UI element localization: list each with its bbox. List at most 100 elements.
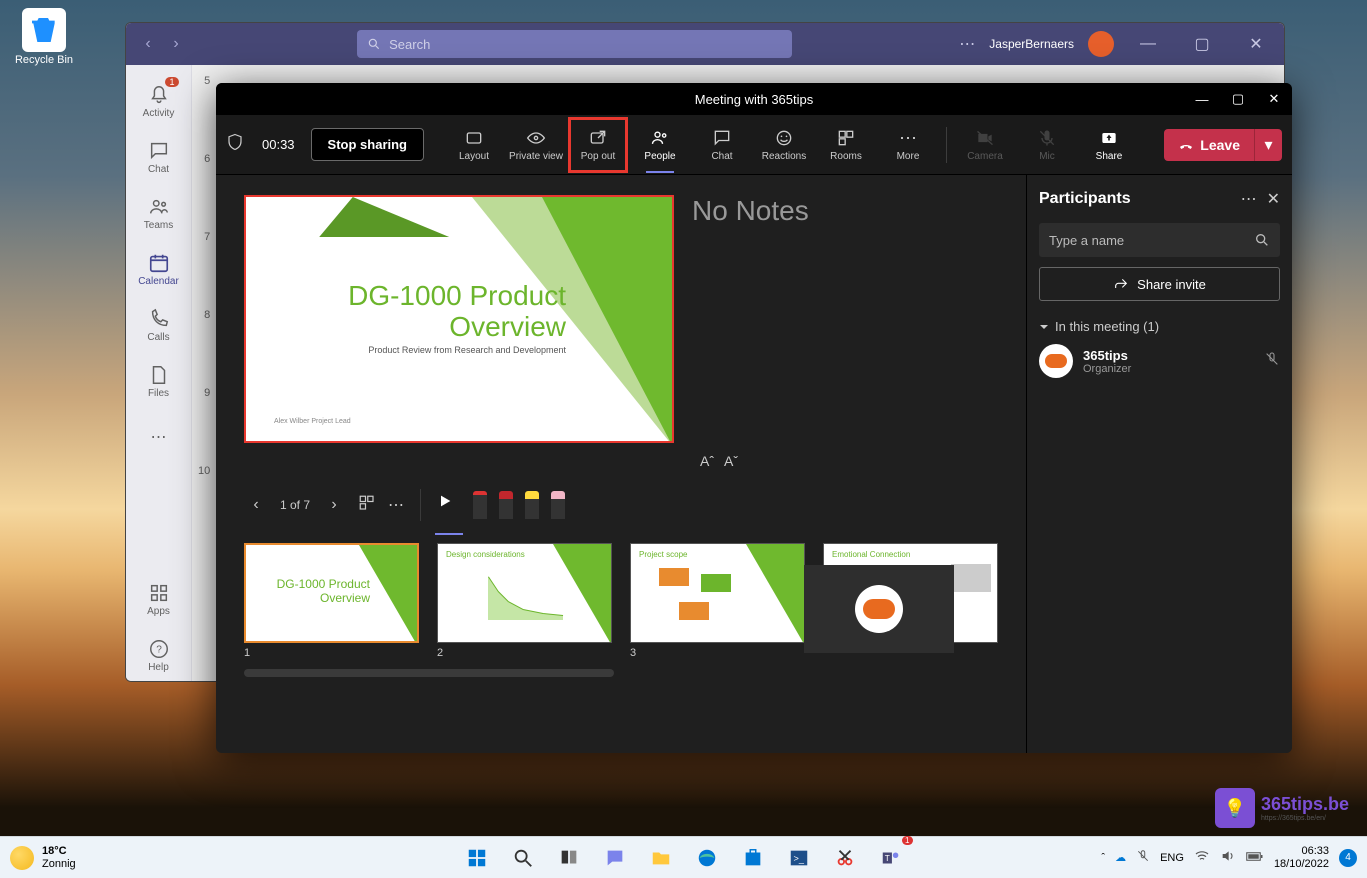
private-view-button[interactable]: Private view — [506, 117, 566, 173]
pip-avatar — [855, 585, 903, 633]
shared-slide: DG-1000 Product Overview Product Review … — [244, 195, 674, 443]
stop-sharing-button[interactable]: Stop sharing — [311, 128, 424, 161]
ellipsis-icon: ⋯ — [151, 427, 167, 447]
taskbar-app-snip[interactable] — [827, 840, 863, 876]
apps-icon — [148, 582, 170, 604]
font-increase-button[interactable]: Aˆ — [700, 453, 714, 469]
start-button[interactable] — [459, 840, 495, 876]
participants-search-input[interactable]: Type a name — [1039, 223, 1280, 257]
teams-titlebar: ‹ › Search ⋯ JasperBernaers — ▢ ✕ — [126, 23, 1284, 65]
pop-out-button[interactable]: Pop out — [568, 117, 628, 173]
close-icon[interactable]: ✕ — [1236, 29, 1276, 59]
participant-row[interactable]: 365tips Organizer — [1039, 344, 1280, 378]
meeting-minimize-icon[interactable]: — — [1188, 87, 1216, 111]
reactions-button[interactable]: Reactions — [754, 117, 814, 173]
sun-icon — [10, 846, 34, 870]
more-icon[interactable]: ⋯ — [959, 34, 975, 54]
search-icon — [367, 37, 381, 51]
tray-mic-icon[interactable] — [1136, 849, 1150, 866]
taskbar-app-powershell[interactable]: >_ — [781, 840, 817, 876]
layout-button[interactable]: Layout — [444, 117, 504, 173]
taskbar-app-explorer[interactable] — [643, 840, 679, 876]
next-slide-button[interactable]: › — [322, 496, 346, 514]
taskbar-app-edge[interactable] — [689, 840, 725, 876]
sidebar-item-calendar[interactable]: Calendar — [129, 243, 189, 295]
thumbnail-1[interactable]: DG-1000 Product Overview 1 — [244, 543, 419, 659]
cursor-tool-button[interactable] — [437, 493, 461, 517]
weather-widget[interactable]: 18°C Zonnig — [10, 845, 76, 869]
share-button[interactable]: Share — [1079, 117, 1139, 173]
participants-section-header[interactable]: In this meeting (1) — [1039, 319, 1280, 334]
leave-dropdown[interactable]: ▾ — [1254, 129, 1282, 161]
participant-mute-icon[interactable] — [1264, 351, 1280, 372]
recycle-bin[interactable]: Recycle Bin — [8, 8, 80, 66]
rooms-button[interactable]: Rooms — [816, 117, 876, 173]
taskview-button[interactable] — [551, 840, 587, 876]
meeting-title: Meeting with 365tips — [695, 92, 814, 107]
camera-icon — [975, 128, 995, 148]
thumbnail-3[interactable]: Project scope 3 — [630, 543, 805, 659]
maximize-icon[interactable]: ▢ — [1182, 29, 1222, 59]
tray-volume-icon[interactable] — [1220, 848, 1236, 867]
nav-back-icon[interactable]: ‹ — [134, 30, 162, 58]
sidebar-item-chat[interactable]: Chat — [129, 131, 189, 183]
font-decrease-button[interactable]: Aˇ — [724, 453, 738, 469]
tray-onedrive-icon[interactable]: ☁ — [1115, 851, 1126, 864]
sidebar-item-calls[interactable]: Calls — [129, 299, 189, 351]
tray-clock[interactable]: 06:33 18/10/2022 — [1274, 845, 1329, 869]
sidebar-item-more[interactable]: ⋯ — [129, 411, 189, 463]
page-indicator: 1 of 7 — [280, 498, 310, 512]
eraser-tool-button[interactable] — [551, 491, 565, 519]
files-icon — [148, 364, 170, 386]
search-icon — [1254, 232, 1270, 248]
pen-tool-button[interactable] — [499, 491, 513, 519]
sidebar-item-help[interactable]: ? Help — [129, 629, 189, 681]
sidebar-item-teams[interactable]: Teams — [129, 187, 189, 239]
svg-text:?: ? — [156, 644, 162, 655]
sidebar-item-activity[interactable]: Activity 1 — [129, 75, 189, 127]
svg-text:T: T — [884, 853, 889, 862]
thumbnail-scrollbar[interactable] — [244, 669, 614, 677]
bell-icon — [148, 84, 170, 106]
chat-button[interactable]: Chat — [692, 117, 752, 173]
camera-button[interactable]: Camera — [955, 117, 1015, 173]
share-invite-button[interactable]: Share invite — [1039, 267, 1280, 301]
nav-fwd-icon[interactable]: › — [162, 30, 190, 58]
shield-icon[interactable] — [226, 133, 254, 156]
taskbar: 18°C Zonnig >_ T1 ˆ ☁ ENG — [0, 836, 1367, 878]
people-button[interactable]: People — [630, 117, 690, 173]
sidebar-item-files[interactable]: Files — [129, 355, 189, 407]
meeting-close-icon[interactable]: ✕ — [1260, 87, 1288, 111]
more-button[interactable]: ⋯ More — [878, 117, 938, 173]
avatar[interactable] — [1088, 31, 1114, 57]
tray-lang[interactable]: ENG — [1160, 852, 1184, 864]
participants-more-icon[interactable]: ⋯ — [1241, 189, 1257, 209]
search-input[interactable]: Search — [357, 30, 792, 58]
leave-button[interactable]: Leave — [1164, 129, 1254, 161]
meeting-window: Meeting with 365tips — ▢ ✕ 00:33 Stop sh… — [216, 83, 1292, 753]
grid-view-button[interactable] — [358, 494, 376, 517]
prev-slide-button[interactable]: ‹ — [244, 496, 268, 514]
taskbar-app-teams[interactable]: T1 — [873, 840, 909, 876]
tray-battery-icon[interactable] — [1246, 852, 1264, 864]
camera-pip[interactable] — [804, 565, 954, 653]
minimize-icon[interactable]: — — [1128, 29, 1168, 59]
taskbar-app-chat[interactable] — [597, 840, 633, 876]
tray-chevron-icon[interactable]: ˆ — [1101, 852, 1105, 864]
tray-wifi-icon[interactable] — [1194, 848, 1210, 867]
meeting-maximize-icon[interactable]: ▢ — [1224, 87, 1252, 111]
taskbar-search-button[interactable] — [505, 840, 541, 876]
laser-tool-button[interactable] — [473, 491, 487, 519]
taskbar-app-store[interactable] — [735, 840, 771, 876]
highlighter-tool-button[interactable] — [525, 491, 539, 519]
notification-badge[interactable]: 4 — [1339, 849, 1357, 867]
mic-icon — [1037, 128, 1057, 148]
thumbnail-2[interactable]: Design considerations 2 — [437, 543, 612, 659]
mic-button[interactable]: Mic — [1017, 117, 1077, 173]
sidebar-item-apps[interactable]: Apps — [129, 573, 189, 625]
watermark: 💡 365tips.be https://365tips.be/en/ — [1215, 788, 1349, 828]
share-icon — [1099, 128, 1119, 148]
participants-close-icon[interactable]: ✕ — [1267, 189, 1280, 209]
presenter-more-button[interactable]: ⋯ — [388, 495, 404, 515]
phone-icon — [148, 308, 170, 330]
